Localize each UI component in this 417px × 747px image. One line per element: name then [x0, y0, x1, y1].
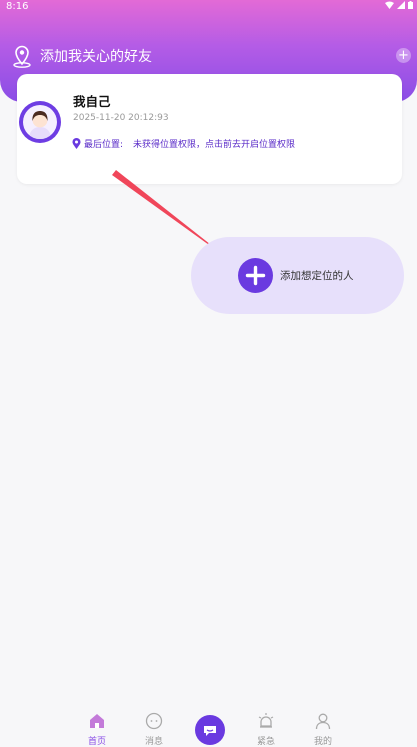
location-label: 最后位置: — [84, 140, 124, 150]
add-person-pill[interactable]: 添加想定位的人 — [191, 237, 404, 314]
location-marker-icon — [72, 138, 81, 149]
tab-emergency[interactable]: 紧急 — [246, 712, 286, 747]
location-row[interactable]: 最后位置: 未获得位置权限，点击前去开启位置权限 — [72, 137, 295, 150]
location-permission-link[interactable]: 未获得位置权限，点击前去开启位置权限 — [133, 137, 295, 150]
alarm-icon — [258, 713, 274, 728]
battery-icon — [408, 1, 413, 9]
tab-home[interactable]: 首页 — [77, 712, 117, 747]
card-date: 2025-11-20 20:12:93 — [73, 113, 169, 123]
avatar — [19, 101, 61, 143]
center-chat-icon — [204, 726, 216, 736]
person-avatar-icon — [29, 111, 51, 139]
wifi-icon — [385, 1, 394, 9]
tab-messages[interactable]: 消息 — [134, 712, 174, 747]
location-pin-icon — [13, 45, 31, 68]
plus-icon: + — [398, 48, 409, 63]
page-title: 添加我关心的好友 — [40, 49, 152, 65]
home-icon — [90, 714, 104, 728]
tab-emergency-label: 紧急 — [256, 737, 275, 747]
header-title-row: 添加我关心的好友 — [10, 44, 152, 68]
tab-home-label: 首页 — [87, 737, 106, 747]
add-friend-plus-button[interactable]: + — [396, 48, 411, 63]
add-person-button[interactable] — [238, 258, 273, 293]
card-name: 我自己 — [73, 94, 111, 109]
system-icons — [385, 1, 413, 9]
center-action-button[interactable] — [195, 715, 225, 745]
add-person-label: 添加想定位的人 — [280, 270, 354, 282]
tab-messages-label: 消息 — [144, 737, 163, 747]
message-icon — [145, 712, 163, 730]
status-time: 8:16 — [6, 1, 29, 12]
tab-profile-label: 我的 — [313, 737, 332, 747]
status-bar: 8:16 — [0, 0, 417, 14]
avatar-image — [23, 105, 57, 139]
user-icon — [315, 713, 331, 730]
self-card[interactable]: 我自己 2025-11-20 20:12:93 最后位置: 未获得位置权限，点击… — [17, 74, 402, 184]
tab-profile[interactable]: 我的 — [303, 712, 343, 747]
signal-icon — [397, 1, 405, 9]
plus-icon — [245, 265, 266, 286]
